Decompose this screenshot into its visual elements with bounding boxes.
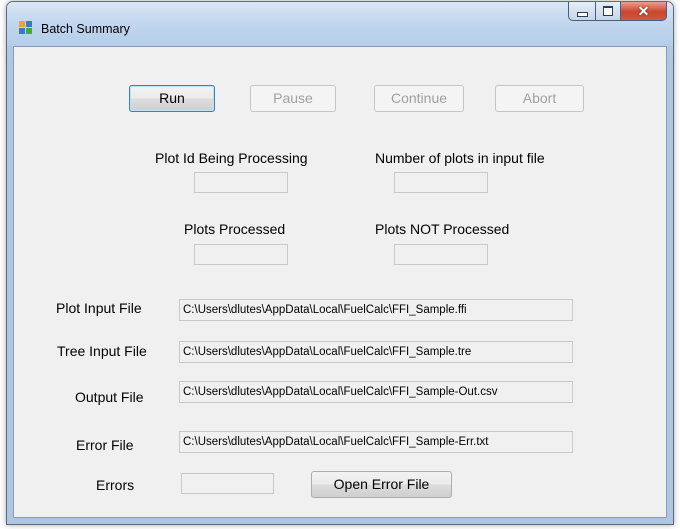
minimize-icon: [576, 11, 588, 17]
tree-input-field[interactable]: C:\Users\dlutes\AppData\Local\FuelCalc\F…: [179, 341, 573, 363]
error-file-field[interactable]: C:\Users\dlutes\AppData\Local\FuelCalc\F…: [179, 431, 573, 453]
plots-not-processed-label: Plots NOT Processed: [375, 221, 510, 237]
output-file-field[interactable]: C:\Users\dlutes\AppData\Local\FuelCalc\F…: [179, 381, 573, 403]
num-plots-box: [394, 172, 488, 193]
window-title: Batch Summary: [41, 22, 130, 36]
plots-not-processed-box: [394, 244, 488, 265]
close-icon: ✕: [637, 3, 650, 19]
open-error-file-button[interactable]: Open Error File: [311, 471, 452, 498]
run-button[interactable]: Run: [129, 85, 215, 112]
plot-input-label: Plot Input File: [56, 300, 142, 316]
errors-box: [181, 473, 274, 494]
errors-label: Errors: [96, 477, 135, 493]
tree-input-label: Tree Input File: [57, 343, 147, 359]
close-button[interactable]: ✕: [621, 2, 667, 21]
batch-summary-window: Batch Summary ✕ Run Pause Continue Abort…: [6, 1, 674, 525]
caption-buttons: ✕: [568, 2, 667, 22]
plot-id-box: [194, 172, 288, 193]
plots-processed-label: Plots Processed: [184, 221, 286, 237]
num-plots-label: Number of plots in input file: [375, 150, 545, 166]
minimize-button[interactable]: [568, 2, 595, 21]
client-area: Run Pause Continue Abort Plot Id Being P…: [13, 46, 667, 518]
title-bar[interactable]: Batch Summary ✕: [7, 2, 673, 46]
abort-button[interactable]: Abort: [495, 85, 584, 112]
continue-button[interactable]: Continue: [374, 85, 464, 112]
maximize-icon: [603, 6, 613, 16]
plots-processed-box: [194, 244, 288, 265]
error-file-label: Error File: [76, 437, 134, 453]
maximize-button[interactable]: [595, 2, 621, 21]
pause-button[interactable]: Pause: [250, 85, 336, 112]
app-icon: [19, 21, 33, 35]
plot-input-field[interactable]: C:\Users\dlutes\AppData\Local\FuelCalc\F…: [179, 299, 573, 321]
plot-id-label: Plot Id Being Processing: [155, 150, 308, 166]
output-file-label: Output File: [75, 389, 144, 405]
